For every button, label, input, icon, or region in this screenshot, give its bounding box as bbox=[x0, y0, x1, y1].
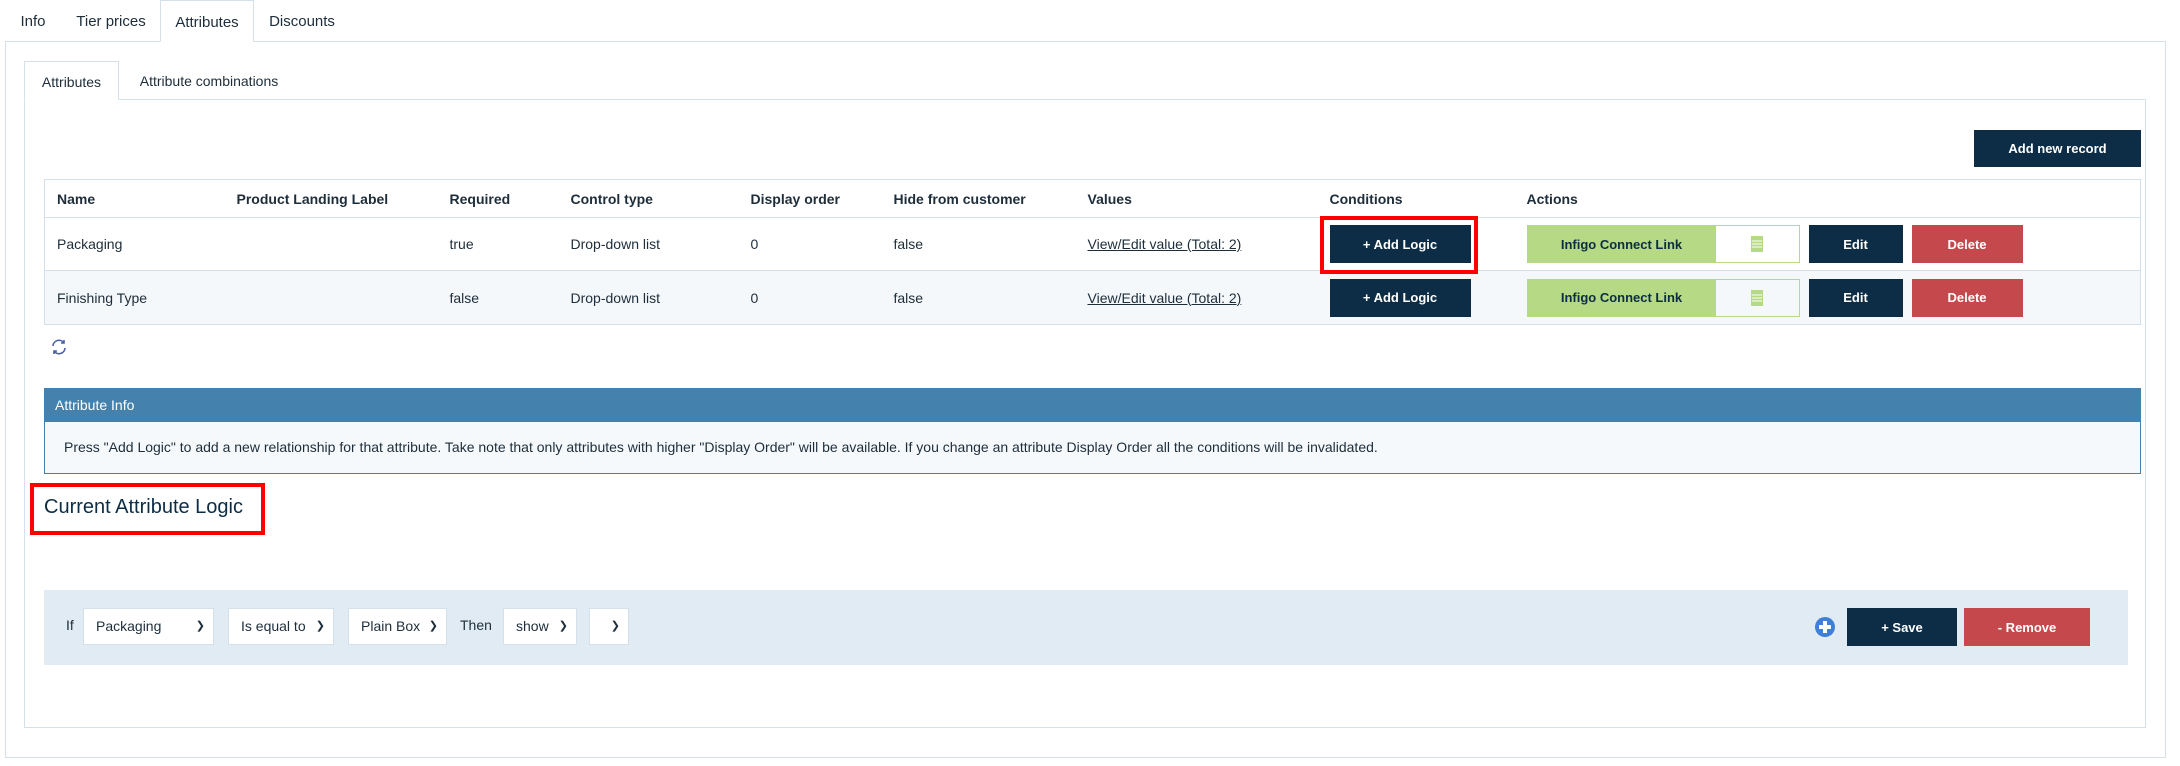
cell-name: Packaging bbox=[44, 217, 225, 271]
col-control-type: Control type bbox=[558, 179, 739, 218]
subtab-attributes[interactable]: Attributes bbox=[24, 61, 119, 100]
view-edit-values-link[interactable]: View/Edit value (Total: 2) bbox=[1088, 236, 1242, 252]
col-hide: Hide from customer bbox=[881, 179, 1076, 218]
col-actions: Actions bbox=[1514, 179, 2141, 218]
cell-landing-label bbox=[224, 270, 438, 325]
chevron-down-icon: ❯ bbox=[610, 620, 620, 632]
current-attribute-logic-title: Current Attribute Logic bbox=[44, 496, 243, 518]
attribute-select[interactable]: Packaging ❯ bbox=[83, 608, 214, 645]
cell-hide: false bbox=[881, 270, 1076, 325]
add-logic-button[interactable]: + Add Logic bbox=[1329, 278, 1471, 317]
highlight-add-logic bbox=[1320, 216, 1478, 274]
col-conditions: Conditions bbox=[1317, 179, 1515, 218]
value-select[interactable]: Plain Box ❯ bbox=[348, 608, 447, 645]
action-select-value: show bbox=[516, 618, 549, 634]
save-logic-button[interactable]: + Save bbox=[1847, 608, 1957, 646]
chevron-down-icon: ❯ bbox=[195, 620, 205, 632]
tab-attributes[interactable]: Attributes bbox=[160, 0, 254, 42]
col-display-order: Display order bbox=[738, 179, 882, 218]
subtab-attribute-combinations[interactable]: Attribute combinations bbox=[124, 61, 294, 100]
cell-display-order: 0 bbox=[738, 270, 882, 325]
chevron-down-icon: ❯ bbox=[428, 620, 438, 632]
attribute-select-value: Packaging bbox=[96, 618, 162, 634]
list-icon bbox=[1715, 279, 1799, 316]
refresh-icon[interactable] bbox=[50, 338, 68, 356]
col-required: Required bbox=[437, 179, 559, 218]
edit-button[interactable]: Edit bbox=[1808, 225, 1903, 263]
cell-control-type: Drop-down list bbox=[558, 217, 739, 271]
value-select-value: Plain Box bbox=[361, 618, 421, 634]
tab-tier-prices[interactable]: Tier prices bbox=[66, 0, 156, 42]
view-edit-values-link[interactable]: View/Edit value (Total: 2) bbox=[1088, 290, 1242, 306]
cell-hide: false bbox=[881, 217, 1076, 271]
delete-button[interactable]: Delete bbox=[1911, 278, 2023, 317]
attribute-info-title: Attribute Info bbox=[45, 389, 2140, 422]
target-select[interactable]: ❯ bbox=[589, 608, 629, 645]
table-row: Packaging true Drop-down list 0 false Vi… bbox=[44, 217, 2141, 271]
table-row: Finishing Type false Drop-down list 0 fa… bbox=[44, 270, 2141, 325]
operator-select-value: Is equal to bbox=[241, 618, 306, 634]
attributes-table: Name Product Landing Label Required Cont… bbox=[44, 179, 2141, 325]
cell-control-type: Drop-down list bbox=[558, 270, 739, 325]
operator-select[interactable]: Is equal to ❯ bbox=[228, 608, 334, 645]
infigo-connect-link-label: Infigo Connect Link bbox=[1527, 279, 1716, 316]
infigo-connect-link-button[interactable]: Infigo Connect Link bbox=[1526, 278, 1800, 317]
chevron-down-icon: ❯ bbox=[558, 620, 568, 632]
attribute-info-text: Press "Add Logic" to add a new relations… bbox=[64, 439, 1378, 455]
tab-discounts[interactable]: Discounts bbox=[262, 0, 342, 42]
col-landing-label: Product Landing Label bbox=[224, 179, 438, 218]
add-condition-plus-icon[interactable] bbox=[1815, 617, 1835, 637]
infigo-connect-link-label: Infigo Connect Link bbox=[1527, 226, 1716, 262]
chevron-down-icon: ❯ bbox=[315, 620, 325, 632]
cell-name: Finishing Type bbox=[44, 270, 225, 325]
add-new-record-button[interactable]: Add new record bbox=[1974, 130, 2141, 167]
then-label: Then bbox=[460, 617, 492, 633]
infigo-connect-link-button[interactable]: Infigo Connect Link bbox=[1526, 225, 1800, 263]
tab-info[interactable]: Info bbox=[10, 0, 56, 42]
cell-landing-label bbox=[224, 217, 438, 271]
delete-button[interactable]: Delete bbox=[1911, 225, 2023, 263]
cell-display-order: 0 bbox=[738, 217, 882, 271]
edit-button[interactable]: Edit bbox=[1808, 278, 1903, 317]
cell-required: false bbox=[437, 270, 559, 325]
if-label: If bbox=[66, 617, 74, 633]
cell-required: true bbox=[437, 217, 559, 271]
col-values: Values bbox=[1075, 179, 1318, 218]
list-icon bbox=[1715, 226, 1799, 262]
action-select[interactable]: show ❯ bbox=[503, 608, 577, 645]
table-header: Name Product Landing Label Required Cont… bbox=[44, 179, 2141, 218]
remove-logic-button[interactable]: - Remove bbox=[1964, 608, 2090, 646]
col-name: Name bbox=[44, 179, 225, 218]
attribute-info-box: Attribute Info Press "Add Logic" to add … bbox=[44, 388, 2141, 474]
